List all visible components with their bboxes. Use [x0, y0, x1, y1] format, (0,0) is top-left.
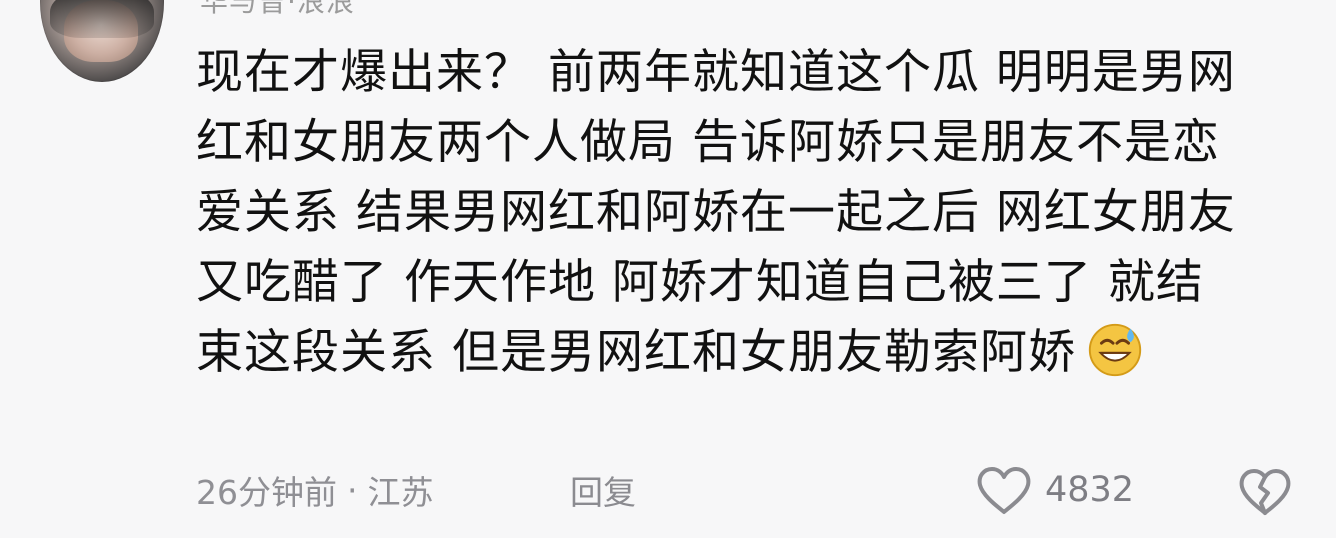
- comment-line: 束这段关系 但是男网红和女朋友勒索阿娇: [196, 325, 1076, 380]
- comment-line: 爱关系 结果男网红和阿娇在一起之后 网红女朋友: [196, 185, 1236, 240]
- timestamp: 26分钟前: [196, 473, 337, 512]
- like-count: 4832: [1045, 470, 1135, 510]
- sweat-smile-icon: [1084, 318, 1146, 380]
- comment-item: 华与曾·浪浪 现在才爆出来？ 前两年就知道这个瓜 明明是男网 红和女朋友两个人做…: [0, 0, 1336, 538]
- comment-line-last: 束这段关系 但是男网红和女朋友勒索阿娇: [196, 318, 1296, 388]
- reply-button[interactable]: 回复: [570, 466, 636, 514]
- comment-line: 又吃醋了 作天作地 阿娇才知道自己被三了 就结: [196, 255, 1204, 310]
- broken-heart-icon: [1237, 467, 1293, 517]
- dislike-button[interactable]: [1237, 467, 1293, 517]
- comment-meta: 26分钟前 · 江苏: [196, 466, 434, 514]
- heart-icon: [975, 464, 1033, 516]
- comment-line: 红和女朋友两个人做局 告诉阿娇只是朋友不是恋: [196, 115, 1220, 170]
- comment-line: 现在才爆出来？ 前两年就知道这个瓜 明明是男网: [196, 45, 1236, 100]
- comment-text: 现在才爆出来？ 前两年就知道这个瓜 明明是男网 红和女朋友两个人做局 告诉阿娇只…: [196, 38, 1296, 388]
- location: 江苏: [367, 473, 434, 512]
- meta-separator: ·: [347, 470, 358, 510]
- username[interactable]: 华与曾·浪浪: [200, 0, 355, 20]
- like-button[interactable]: 4832: [975, 464, 1134, 516]
- avatar[interactable]: [40, 0, 164, 82]
